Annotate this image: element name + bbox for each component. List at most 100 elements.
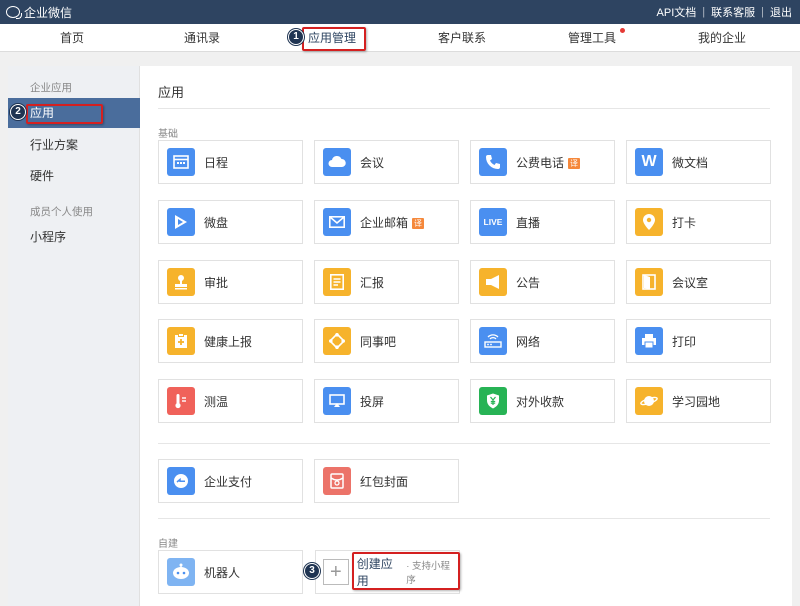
app-label: 健康上报 bbox=[204, 334, 253, 349]
app-label: 学习园地 bbox=[672, 394, 721, 409]
side-group-personal-use: 成员个人使用 bbox=[30, 206, 93, 218]
app-card-print[interactable]: 打印 bbox=[626, 319, 771, 363]
side-group-enterprise-apps: 企业应用 bbox=[30, 82, 72, 94]
screen-cast-icon bbox=[323, 387, 351, 415]
app-card-meeting-room[interactable]: 会议室 bbox=[626, 260, 771, 304]
drive-icon bbox=[167, 208, 195, 236]
contact-support-link[interactable]: 联系客服 bbox=[711, 4, 755, 20]
cloud-icon bbox=[323, 148, 351, 176]
divider bbox=[158, 518, 770, 519]
nav-my-company[interactable]: 我的企业 bbox=[692, 24, 752, 52]
app-label: 网络 bbox=[516, 334, 541, 349]
app-label: 对外收款 bbox=[516, 394, 565, 409]
app-card-health-report[interactable]: 健康上报 bbox=[158, 319, 303, 363]
section-custom-label: 自建 bbox=[158, 539, 178, 550]
app-card-schedule[interactable]: 日程 bbox=[158, 140, 303, 184]
mail-icon bbox=[323, 208, 351, 236]
step-marker-2: 2 bbox=[10, 104, 26, 120]
divider bbox=[158, 108, 770, 109]
health-clipboard-icon bbox=[167, 327, 195, 355]
plus-icon: + bbox=[323, 559, 349, 585]
top-bar: 企业微信 API文档 | 联系客服 | 退出 bbox=[0, 0, 800, 24]
w-doc-icon: W bbox=[635, 148, 663, 176]
app-card-network[interactable]: 网络 bbox=[470, 319, 615, 363]
app-label: 公告 bbox=[516, 275, 541, 290]
highlight-box-create bbox=[352, 552, 460, 590]
app-label-text: 企业邮箱 bbox=[360, 215, 409, 230]
side-menu: 企业应用 应用 行业方案 硬件 成员个人使用 小程序 bbox=[8, 66, 140, 606]
step-marker-1: 1 bbox=[288, 29, 304, 45]
app-label: 公费电话译 bbox=[516, 154, 581, 171]
step-marker-3: 3 bbox=[304, 563, 320, 579]
app-label: 企业支付 bbox=[204, 474, 253, 489]
app-card-red-packet-cover[interactable]: 红包封面 bbox=[314, 459, 459, 503]
app-card-check-in[interactable]: 打卡 bbox=[626, 200, 771, 244]
planet-icon bbox=[635, 387, 663, 415]
app-label: 微盘 bbox=[204, 215, 229, 230]
report-icon bbox=[323, 268, 351, 296]
page-title: 应用 bbox=[158, 85, 185, 100]
notification-dot bbox=[620, 28, 625, 33]
nav-admin-tools[interactable]: 管理工具 bbox=[562, 24, 625, 52]
app-card-wedrive[interactable]: 微盘 bbox=[158, 200, 303, 244]
app-card-wedoc[interactable]: W 微文档 bbox=[626, 140, 771, 184]
app-card-learning-garden[interactable]: 学习园地 bbox=[626, 379, 771, 423]
app-label: 机器人 bbox=[204, 565, 241, 580]
app-card-screen-cast[interactable]: 投屏 bbox=[314, 379, 459, 423]
app-card-enterprise-payment[interactable]: 企业支付 bbox=[158, 459, 303, 503]
brand[interactable]: 企业微信 bbox=[0, 4, 72, 21]
separator: | bbox=[702, 6, 706, 18]
nav-home[interactable]: 首页 bbox=[42, 24, 102, 52]
megaphone-icon bbox=[479, 268, 507, 296]
printer-icon bbox=[635, 327, 663, 355]
api-docs-link[interactable]: API文档 bbox=[657, 4, 697, 20]
app-label: 企业邮箱译 bbox=[360, 214, 425, 231]
app-label: 微文档 bbox=[672, 155, 709, 170]
app-label: 投屏 bbox=[360, 394, 385, 409]
stamp-icon bbox=[167, 268, 195, 296]
app-label: 打印 bbox=[672, 334, 697, 349]
sidebar-item-hardware[interactable]: 硬件 bbox=[8, 161, 140, 191]
nav-customer-contact[interactable]: 客户联系 bbox=[432, 24, 492, 52]
app-label: 日程 bbox=[204, 155, 229, 170]
app-card-announcement[interactable]: 公告 bbox=[470, 260, 615, 304]
app-card-live[interactable]: LIVE 直播 bbox=[470, 200, 615, 244]
location-pin-icon bbox=[635, 208, 663, 236]
app-card-robot[interactable]: 机器人 bbox=[158, 550, 303, 594]
top-links: API文档 | 联系客服 | 退出 bbox=[657, 4, 800, 20]
nav-contacts[interactable]: 通讯录 bbox=[172, 24, 232, 52]
app-label: 红包封面 bbox=[360, 474, 409, 489]
app-label: 会议 bbox=[360, 155, 385, 170]
app-label: 测温 bbox=[204, 394, 229, 409]
feature-badge: 译 bbox=[412, 217, 425, 229]
divider bbox=[158, 443, 770, 444]
app-label: 汇报 bbox=[360, 275, 385, 290]
app-label: 会议室 bbox=[672, 275, 709, 290]
app-card-report[interactable]: 汇报 bbox=[314, 260, 459, 304]
section-basic-label: 基础 bbox=[158, 129, 178, 140]
app-card-external-payment[interactable]: 对外收款 bbox=[470, 379, 615, 423]
app-card-enterprise-mail[interactable]: 企业邮箱译 bbox=[314, 200, 459, 244]
separator: | bbox=[761, 6, 764, 18]
logout-link[interactable]: 退出 bbox=[770, 4, 792, 20]
sidebar-item-mini-programs[interactable]: 小程序 bbox=[8, 222, 140, 252]
feature-badge: 译 bbox=[568, 157, 581, 169]
app-card-colleague-bar[interactable]: 同事吧 bbox=[314, 319, 459, 363]
door-icon bbox=[635, 268, 663, 296]
app-label: 打卡 bbox=[672, 215, 697, 230]
red-packet-icon bbox=[323, 467, 351, 495]
live-icon: LIVE bbox=[479, 208, 507, 236]
sidebar-item-industry-solutions[interactable]: 行业方案 bbox=[8, 130, 140, 160]
highlight-box-nav bbox=[302, 27, 366, 51]
app-label: 直播 bbox=[516, 215, 541, 230]
app-card-temperature[interactable]: 测温 bbox=[158, 379, 303, 423]
app-card-meeting[interactable]: 会议 bbox=[314, 140, 459, 184]
network-nodes-icon bbox=[323, 327, 351, 355]
robot-icon bbox=[167, 558, 195, 586]
app-card-public-phone[interactable]: 公费电话译 bbox=[470, 140, 615, 184]
brand-name: 企业微信 bbox=[24, 5, 73, 20]
app-card-approval[interactable]: 审批 bbox=[158, 260, 303, 304]
main-nav: 首页 通讯录 应用管理 客户联系 管理工具 我的企业 bbox=[0, 24, 800, 52]
content-panel: 应用 基础 日程 会议 公费电话译 W 微文档 微盘 企业邮箱译 LIVE 直播… bbox=[140, 66, 792, 606]
payment-chat-icon bbox=[167, 467, 195, 495]
